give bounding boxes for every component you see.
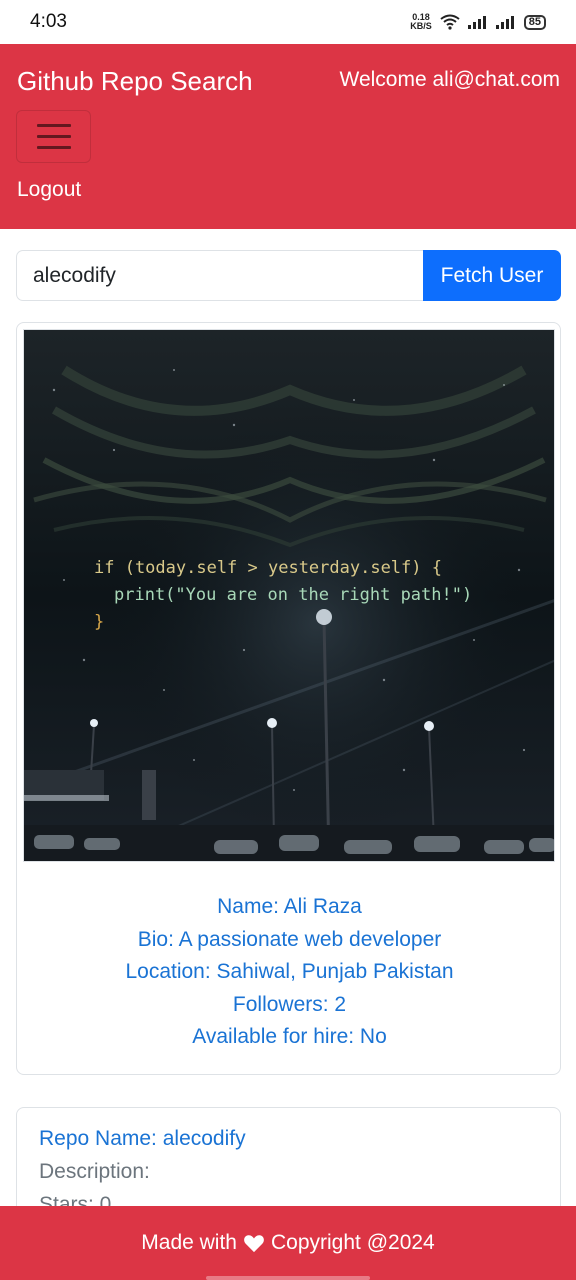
profile-hireable: Available for hire: No [192, 1025, 387, 1048]
footer-copyright: Copyright @2024 [270, 1231, 435, 1254]
menu-toggle-button[interactable] [16, 110, 91, 163]
profile-bio: Bio: A passionate web developer [137, 927, 442, 951]
profile-followers: Followers: 2 [232, 992, 347, 1016]
footer-made-with: Made with [141, 1231, 237, 1254]
network-speed-unit: KB/S [410, 21, 432, 31]
battery-indicator: 85 [523, 14, 546, 30]
avatar: if (today.self > yesterday.self) { print… [23, 329, 555, 862]
fetch-user-button[interactable]: Fetch User [423, 250, 561, 301]
welcome-text: Welcome ali@chat.com [339, 68, 561, 91]
status-time: 4:03 [30, 11, 67, 32]
profile-location: Location: Sahiwal, Punjab Pakistan [125, 960, 454, 983]
hamburger-icon-bar-2 [36, 135, 71, 138]
logout-link[interactable]: Logout [17, 178, 81, 202]
wifi-icon [440, 14, 460, 30]
footer: Made with Copyright @2024 [0, 1206, 576, 1280]
avatar-code-line-2: print("You are on the right path!") [114, 585, 472, 605]
heart-icon [244, 1235, 264, 1253]
repo-name[interactable]: Repo Name: alecodify [39, 1122, 538, 1155]
network-speed: 0.18 KB/S [410, 13, 432, 31]
signal-icon-2 [495, 16, 514, 29]
avatar-image: if (today.self > yesterday.self) { print… [24, 330, 554, 861]
status-icons: 0.18 KB/S 85 [410, 13, 546, 31]
home-indicator[interactable] [206, 1276, 370, 1280]
hamburger-icon-bar-3 [36, 146, 71, 149]
signal-icon [467, 16, 486, 29]
navbar: Github Repo Search Welcome ali@chat.com … [0, 44, 576, 229]
avatar-code-line-1: if (today.self > yesterday.self) { [94, 558, 442, 578]
hamburger-icon-bar-1 [36, 124, 71, 127]
navbar-brand[interactable]: Github Repo Search [17, 66, 253, 97]
profile-info: Name: Ali Raza Bio: A passionate web dev… [17, 891, 562, 1054]
status-bar: 4:03 0.18 KB/S 85 [0, 0, 576, 44]
repo-description: Description: [39, 1160, 150, 1183]
username-input[interactable] [16, 250, 423, 301]
search-form: Fetch User [16, 250, 561, 301]
profile-name: Name: Ali Raza [217, 895, 362, 918]
profile-card: if (today.self > yesterday.self) { print… [16, 322, 561, 1075]
avatar-code-line-3: } [94, 612, 104, 632]
